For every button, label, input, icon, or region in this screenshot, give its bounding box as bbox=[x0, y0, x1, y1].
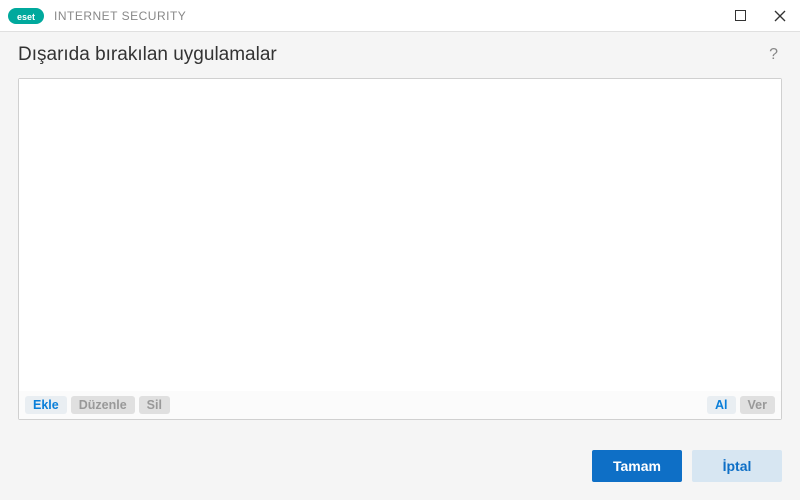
eset-logo-icon: eset bbox=[8, 8, 44, 24]
export-button: Ver bbox=[740, 396, 775, 414]
content-area: Dışarıda bırakılan uygulamalar ? Ekle Dü… bbox=[0, 32, 800, 500]
delete-button: Sil bbox=[139, 396, 170, 414]
product-name: INTERNET SECURITY bbox=[54, 9, 186, 23]
dialog-footer: Tamam İptal bbox=[18, 420, 782, 500]
ok-button[interactable]: Tamam bbox=[592, 450, 682, 482]
panel-toolbar: Ekle Düzenle Sil Al Ver bbox=[19, 391, 781, 419]
edit-button: Düzenle bbox=[71, 396, 135, 414]
window-close-button[interactable] bbox=[760, 0, 800, 32]
close-icon bbox=[774, 10, 786, 22]
excluded-apps-listbox[interactable] bbox=[19, 79, 781, 391]
excluded-apps-panel: Ekle Düzenle Sil Al Ver bbox=[18, 78, 782, 420]
help-button[interactable]: ? bbox=[765, 46, 782, 64]
page-header: Dışarıda bırakılan uygulamalar ? bbox=[18, 44, 782, 66]
window-maximize-button[interactable] bbox=[720, 0, 760, 32]
page-title: Dışarıda bırakılan uygulamalar bbox=[18, 44, 277, 66]
titlebar: eset INTERNET SECURITY bbox=[0, 0, 800, 32]
cancel-button[interactable]: İptal bbox=[692, 450, 782, 482]
import-button[interactable]: Al bbox=[707, 396, 736, 414]
add-button[interactable]: Ekle bbox=[25, 396, 67, 414]
svg-text:eset: eset bbox=[17, 12, 35, 22]
brand-logo: eset INTERNET SECURITY bbox=[8, 8, 186, 24]
maximize-icon bbox=[735, 10, 746, 21]
